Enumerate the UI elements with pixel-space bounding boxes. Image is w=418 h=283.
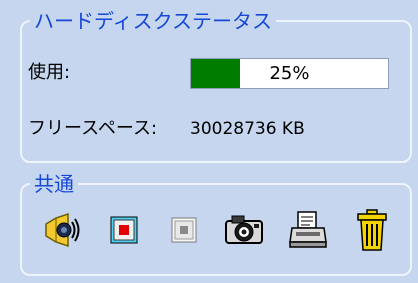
snapshot-button[interactable] xyxy=(224,205,264,255)
usage-progress-text: 25% xyxy=(269,63,310,84)
speaker-icon xyxy=(45,212,80,248)
print-button[interactable] xyxy=(288,205,328,255)
disk-status-group: ハードディスクステータス 使用: 25% フリースペース: 30028736 K… xyxy=(20,10,412,163)
common-title: 共通 xyxy=(30,173,78,195)
free-space-value: 30028736 KB xyxy=(190,119,305,139)
record-icon xyxy=(110,216,138,244)
printer-icon xyxy=(289,211,327,248)
stop-icon xyxy=(171,217,197,243)
usage-label: 使用: xyxy=(28,62,71,83)
disk-status-title: ハードディスクステータス xyxy=(30,10,276,32)
free-space-label: フリースペース: xyxy=(28,118,158,139)
record-button[interactable] xyxy=(104,205,144,255)
status-panel: ハードディスクステータス 使用: 25% フリースペース: 30028736 K… xyxy=(0,0,418,283)
usage-progress-bar: 25% xyxy=(190,58,389,89)
speaker-button[interactable] xyxy=(42,205,82,255)
common-toolbar xyxy=(42,205,392,255)
camera-icon xyxy=(225,215,263,244)
delete-button[interactable] xyxy=(352,205,392,255)
trash-icon xyxy=(357,209,387,251)
stop-button[interactable] xyxy=(164,205,204,255)
common-group: 共通 xyxy=(20,173,412,276)
